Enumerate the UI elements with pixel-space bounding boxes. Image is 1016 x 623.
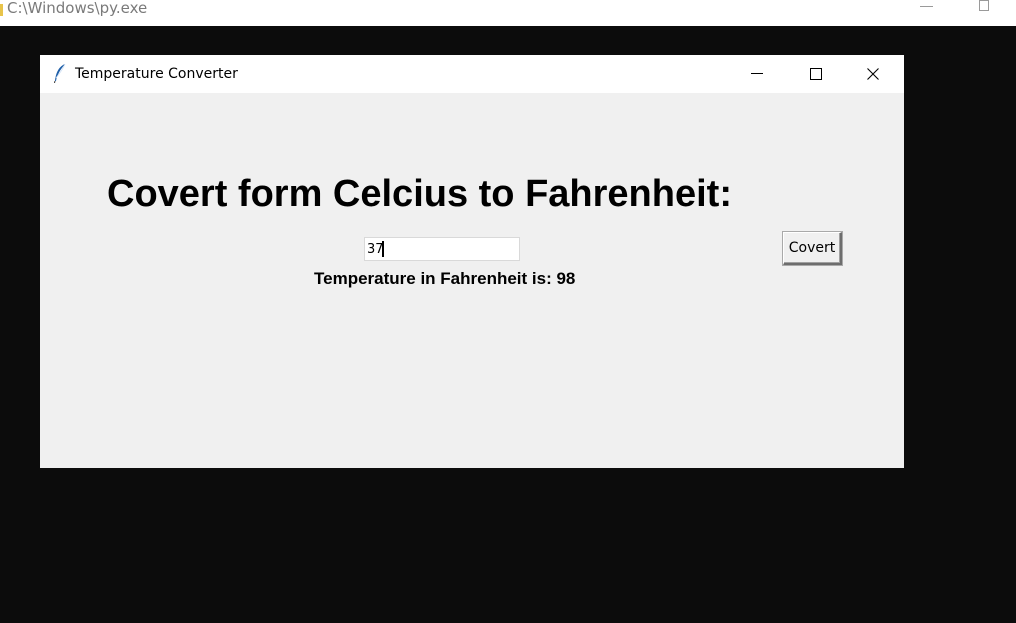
maximize-icon (810, 68, 822, 80)
console-app-icon (0, 4, 3, 16)
minimize-icon (751, 73, 763, 74)
tk-feather-icon (54, 63, 66, 83)
console-title: C:\Windows\py.exe (7, 0, 148, 17)
console-titlebar: C:\Windows\py.exe (0, 0, 1016, 26)
result-label: Temperature in Fahrenheit is: 98 (314, 269, 576, 288)
minimize-button[interactable] (734, 55, 780, 93)
console-minimize-icon[interactable] (920, 6, 933, 7)
convert-button[interactable]: Covert (783, 232, 842, 265)
celsius-input[interactable] (364, 237, 520, 261)
console-maximize-icon[interactable] (979, 0, 989, 11)
close-button[interactable] (850, 55, 896, 93)
window-title: Temperature Converter (75, 66, 238, 82)
window-titlebar[interactable]: Temperature Converter (40, 55, 904, 93)
close-icon (867, 68, 879, 80)
page-heading: Covert form Celcius to Fahrenheit: (107, 173, 732, 215)
text-caret (382, 241, 384, 257)
temperature-converter-window: Temperature Converter Covert form Celciu… (40, 55, 904, 468)
maximize-button[interactable] (792, 55, 838, 93)
